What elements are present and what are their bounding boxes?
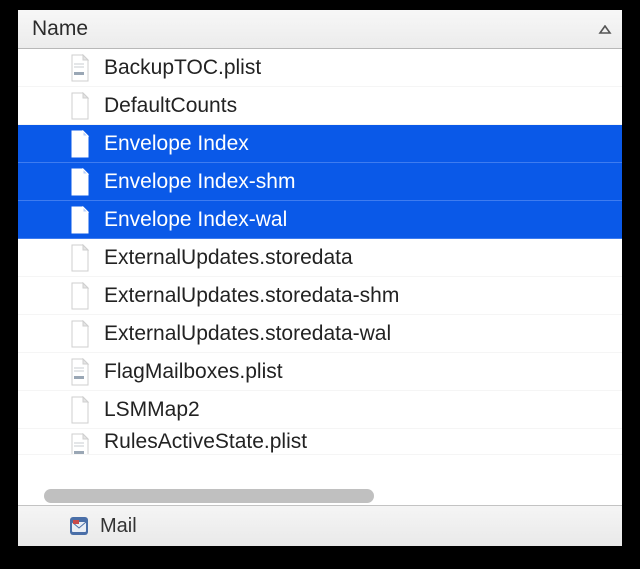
generic-file-icon [68,205,92,235]
file-row[interactable]: Envelope Index-wal [18,201,622,239]
generic-file-icon [68,129,92,159]
file-name-label: Envelope Index-shm [104,170,295,194]
file-name-label: ExternalUpdates.storedata-wal [104,322,391,346]
file-name-label: FlagMailboxes.plist [104,360,283,384]
file-name-label: RulesActiveState.plist [104,430,307,454]
column-header-label: Name [32,17,598,41]
plist-file-icon [68,432,92,455]
file-row[interactable]: Envelope Index [18,125,622,163]
plist-file-icon [68,53,92,83]
file-name-label: DefaultCounts [104,94,237,118]
file-name-label: ExternalUpdates.storedata-shm [104,284,399,308]
file-list[interactable]: BackupTOC.plist DefaultCounts Envelope I… [18,49,622,505]
file-row[interactable]: RulesActiveState.plist [18,429,622,455]
generic-file-icon [68,91,92,121]
generic-file-icon [68,319,92,349]
generic-file-icon [68,281,92,311]
file-name-label: Envelope Index [104,132,249,156]
path-bar-label: Mail [100,515,137,538]
file-row[interactable]: Envelope Index-shm [18,163,622,201]
file-name-label: Envelope Index-wal [104,208,287,232]
horizontal-scrollbar[interactable] [40,487,610,505]
file-row[interactable]: LSMMap2 [18,391,622,429]
file-row[interactable]: FlagMailboxes.plist [18,353,622,391]
file-row[interactable]: BackupTOC.plist [18,49,622,87]
file-row[interactable]: ExternalUpdates.storedata [18,239,622,277]
mail-app-icon [68,515,90,537]
column-header[interactable]: Name [18,10,622,49]
sort-ascending-icon [598,19,612,40]
file-name-label: BackupTOC.plist [104,56,261,80]
generic-file-icon [68,167,92,197]
file-row[interactable]: ExternalUpdates.storedata-wal [18,315,622,353]
generic-file-icon [68,395,92,425]
scrollbar-thumb[interactable] [44,489,374,503]
finder-list-panel: Name BackupTOC.plist DefaultCounts Envel… [18,10,622,546]
file-name-label: ExternalUpdates.storedata [104,246,353,270]
file-row[interactable]: DefaultCounts [18,87,622,125]
path-bar[interactable]: Mail [18,505,622,546]
plist-file-icon [68,357,92,387]
file-name-label: LSMMap2 [104,398,200,422]
file-row[interactable]: ExternalUpdates.storedata-shm [18,277,622,315]
generic-file-icon [68,243,92,273]
